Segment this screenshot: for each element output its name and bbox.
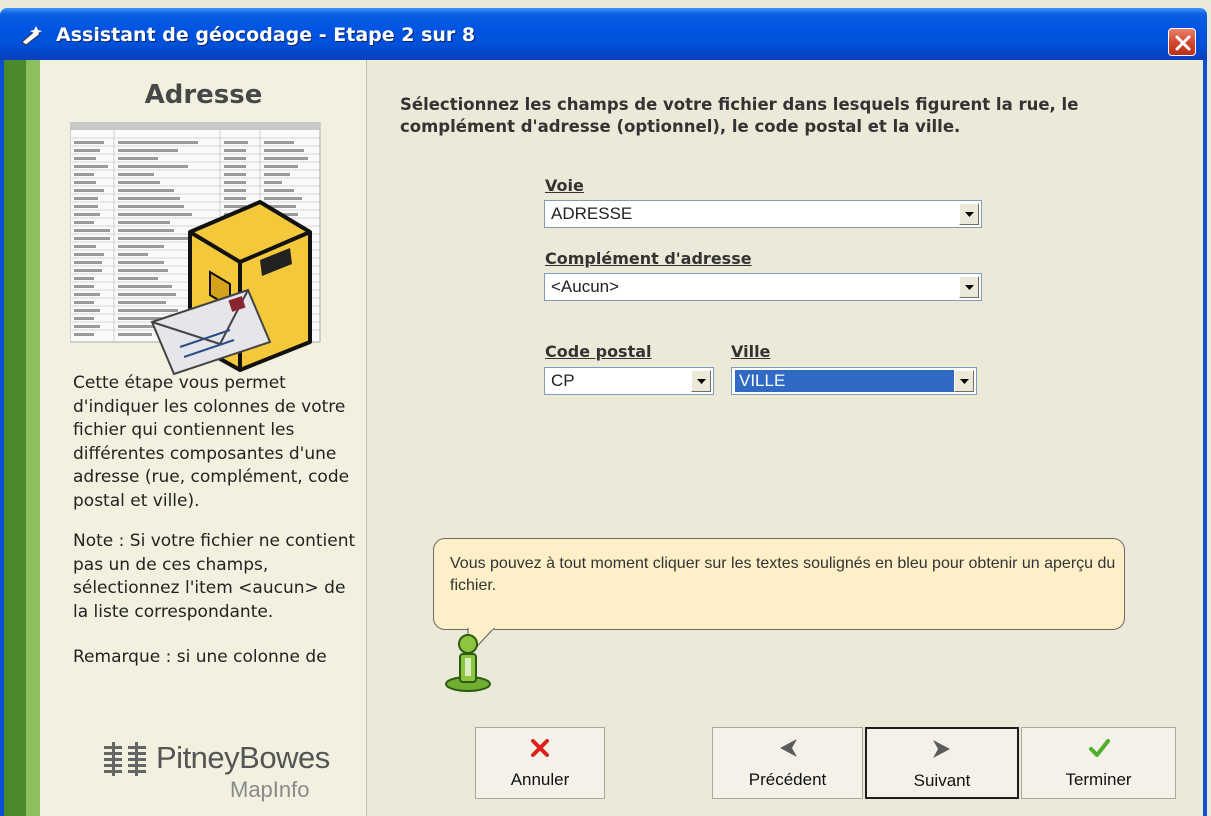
code-postal-select[interactable]: CP (544, 367, 714, 395)
pitney-bowes-logo-mark-icon (104, 742, 146, 776)
code-postal-dropdown-button[interactable] (691, 370, 711, 392)
help-tooltip: Vous pouvez à tout moment cliquer sur le… (433, 538, 1125, 630)
cancel-button[interactable]: Annuler (475, 727, 605, 799)
voie-label-link[interactable]: Voie (545, 176, 584, 195)
code-postal-select-value: CP (551, 371, 575, 390)
geocoding-wizard-window: Assistant de géocodage - Etape 2 sur 8 A… (0, 0, 1211, 816)
logo-name: PitneyBowes (156, 740, 330, 775)
cancel-button-label: Annuler (510, 770, 570, 789)
ville-dropdown-button[interactable] (954, 370, 974, 392)
chevron-down-icon (965, 212, 974, 217)
step-info-panel: Adresse Cette étape vous permet d'indiqu… (40, 60, 367, 816)
chevron-down-icon (965, 285, 974, 290)
logo-subtitle: MapInfo (230, 777, 310, 802)
step-note: Note : Si votre fichier ne contient pas … (73, 531, 356, 622)
step-description: Cette étape vous permet d'indiquer les c… (73, 373, 350, 511)
voie-select-value: ADRESSE (551, 204, 633, 223)
finish-button[interactable]: Terminer (1021, 727, 1176, 799)
step-instructions: Sélectionnez les champs de votre fichier… (400, 95, 1079, 136)
ville-label-link[interactable]: Ville (731, 342, 770, 361)
complement-label-link[interactable]: Complément d'adresse (545, 249, 752, 268)
voie-select[interactable]: ADRESSE (544, 200, 982, 228)
decorative-bar-dark (4, 60, 26, 816)
arrow-left-icon (779, 739, 797, 757)
voie-dropdown-button[interactable] (959, 203, 979, 225)
ville-select[interactable]: VILLE (731, 367, 977, 395)
arrow-right-icon (933, 740, 950, 758)
complement-select[interactable]: <Aucun> (544, 273, 982, 301)
code-postal-label-link[interactable]: Code postal (545, 342, 652, 361)
ville-select-value: VILLE (735, 370, 957, 392)
next-button[interactable]: Suivant (865, 727, 1019, 799)
title-bar[interactable]: Assistant de géocodage - Etape 2 sur 8 (0, 8, 1207, 60)
step-title: Adresse (144, 80, 263, 110)
pitney-bowes-logo: PitneyBowes MapInfo (100, 740, 350, 802)
complement-select-value: <Aucun> (551, 277, 620, 296)
checkmark-icon (1088, 739, 1110, 757)
close-icon (1175, 35, 1191, 51)
previous-button-label: Précédent (748, 770, 827, 789)
complement-dropdown-button[interactable] (959, 276, 979, 298)
finish-button-label: Terminer (1065, 770, 1132, 789)
step-remark: Remarque : si une colonne de (73, 647, 327, 667)
info-person-icon (445, 634, 491, 692)
next-button-label: Suivant (913, 771, 971, 790)
previous-button[interactable]: Précédent (712, 727, 863, 799)
close-button[interactable] (1168, 28, 1196, 56)
chevron-down-icon (960, 379, 969, 384)
window-frame-right (1203, 60, 1207, 816)
wizard-wand-icon (21, 26, 42, 46)
decorative-bar-light (26, 60, 40, 816)
window-title: Assistant de géocodage - Etape 2 sur 8 (56, 24, 476, 46)
help-tooltip-text: Vous pouvez à tout moment cliquer sur le… (450, 555, 1116, 594)
chevron-down-icon (697, 379, 706, 384)
mailbox-envelope-table-illustration (70, 122, 321, 376)
red-x-icon (531, 739, 549, 757)
